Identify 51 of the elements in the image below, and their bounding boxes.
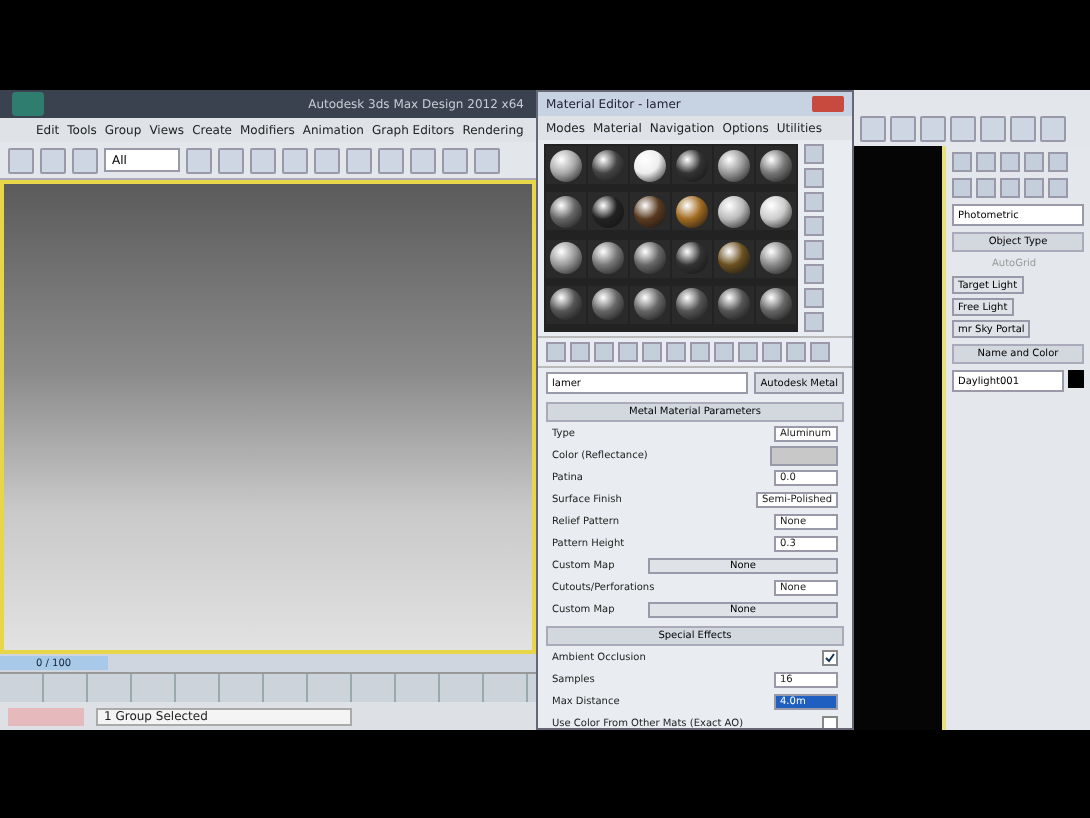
material-sphere[interactable]	[718, 242, 750, 274]
material-sphere[interactable]	[718, 149, 750, 181]
viewport[interactable]	[854, 146, 946, 730]
material-sphere[interactable]	[718, 288, 750, 321]
material-sphere[interactable]	[760, 242, 792, 274]
toolbar-icon[interactable]	[890, 116, 916, 142]
material-sphere[interactable]	[760, 195, 792, 228]
material-sphere[interactable]	[634, 195, 666, 228]
material-sphere[interactable]	[550, 149, 582, 181]
toolbar-icon[interactable]	[1040, 116, 1066, 142]
color-swatch[interactable]	[770, 445, 838, 465]
object-color-swatch[interactable]	[1068, 370, 1084, 388]
material-sphere[interactable]	[592, 288, 624, 321]
toolbar-icon[interactable]	[980, 116, 1006, 142]
timeline-track[interactable]	[0, 672, 536, 702]
material-sphere[interactable]	[592, 242, 624, 274]
material-sphere[interactable]	[550, 242, 582, 274]
material-sphere[interactable]	[676, 195, 708, 228]
toolbar-icon[interactable]	[474, 147, 500, 173]
toolbar-icon[interactable]	[40, 147, 66, 173]
viewport-render[interactable]	[0, 180, 536, 654]
toolbar-icon[interactable]	[378, 147, 404, 173]
toolbar-icon[interactable]	[442, 147, 468, 173]
toolbar-icon[interactable]	[346, 147, 372, 173]
material-sphere[interactable]	[718, 195, 750, 228]
toolbar-icon[interactable]	[1010, 116, 1036, 142]
toolbar-icon[interactable]	[410, 147, 436, 173]
material-sphere[interactable]	[760, 149, 792, 181]
checkbox[interactable]	[822, 649, 838, 665]
toolbar-icon[interactable]	[282, 147, 308, 173]
toolbar-icon[interactable]	[950, 116, 976, 142]
material-sphere[interactable]	[760, 288, 792, 321]
toolbar-icon[interactable]	[186, 147, 212, 173]
toolbar-icon[interactable]	[250, 147, 276, 173]
material-sphere[interactable]	[634, 288, 666, 321]
toolbar-icon[interactable]	[72, 147, 98, 173]
toolbar-icon[interactable]	[218, 147, 244, 173]
material-sphere[interactable]	[550, 195, 582, 228]
toolbar-icon[interactable]	[860, 116, 886, 142]
toolbar-icon[interactable]	[314, 147, 340, 173]
material-sphere[interactable]	[592, 149, 624, 181]
material-sphere[interactable]	[592, 195, 624, 228]
checkbox[interactable]	[822, 715, 838, 728]
toolbar-icon[interactable]	[8, 147, 34, 173]
material-sphere[interactable]	[550, 288, 582, 321]
material-sphere[interactable]	[676, 149, 708, 181]
material-sphere[interactable]	[676, 288, 708, 321]
toolbar-icon[interactable]	[920, 116, 946, 142]
material-sphere[interactable]	[676, 242, 708, 274]
material-sphere[interactable]	[634, 149, 666, 181]
material-sphere[interactable]	[634, 242, 666, 274]
